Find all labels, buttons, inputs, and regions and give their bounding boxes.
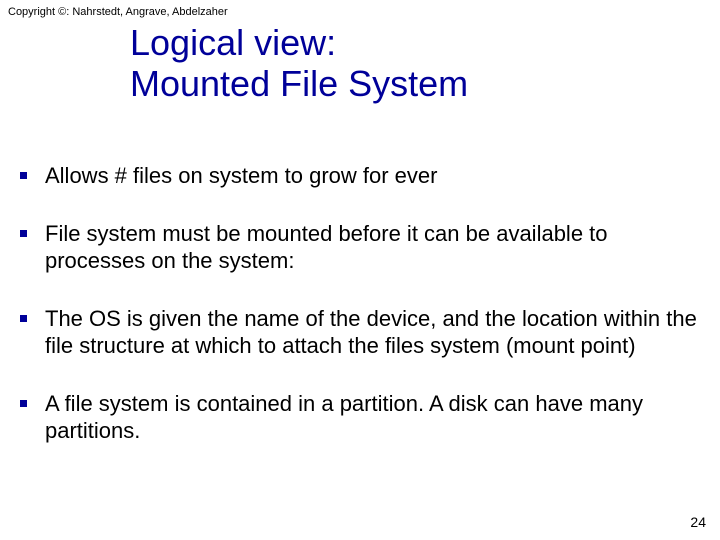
bullet-icon <box>20 230 27 237</box>
page-number: 24 <box>690 514 706 530</box>
slide-title: Logical view: Mounted File System <box>130 22 468 105</box>
copyright-text: Copyright ©: Nahrstedt, Angrave, Abdelza… <box>8 6 228 18</box>
bullet-text: File system must be mounted before it ca… <box>45 220 710 275</box>
title-line-2: Mounted File System <box>130 63 468 104</box>
bullet-icon <box>20 172 27 179</box>
list-item: Allows # files on system to grow for eve… <box>20 162 710 190</box>
bullet-list: Allows # files on system to grow for eve… <box>20 162 710 475</box>
bullet-text: The OS is given the name of the device, … <box>45 305 710 360</box>
list-item: The OS is given the name of the device, … <box>20 305 710 360</box>
bullet-icon <box>20 400 27 407</box>
list-item: A file system is contained in a partitio… <box>20 390 710 445</box>
bullet-text: Allows # files on system to grow for eve… <box>45 162 437 190</box>
title-line-1: Logical view: <box>130 22 468 63</box>
bullet-icon <box>20 315 27 322</box>
list-item: File system must be mounted before it ca… <box>20 220 710 275</box>
bullet-text: A file system is contained in a partitio… <box>45 390 710 445</box>
